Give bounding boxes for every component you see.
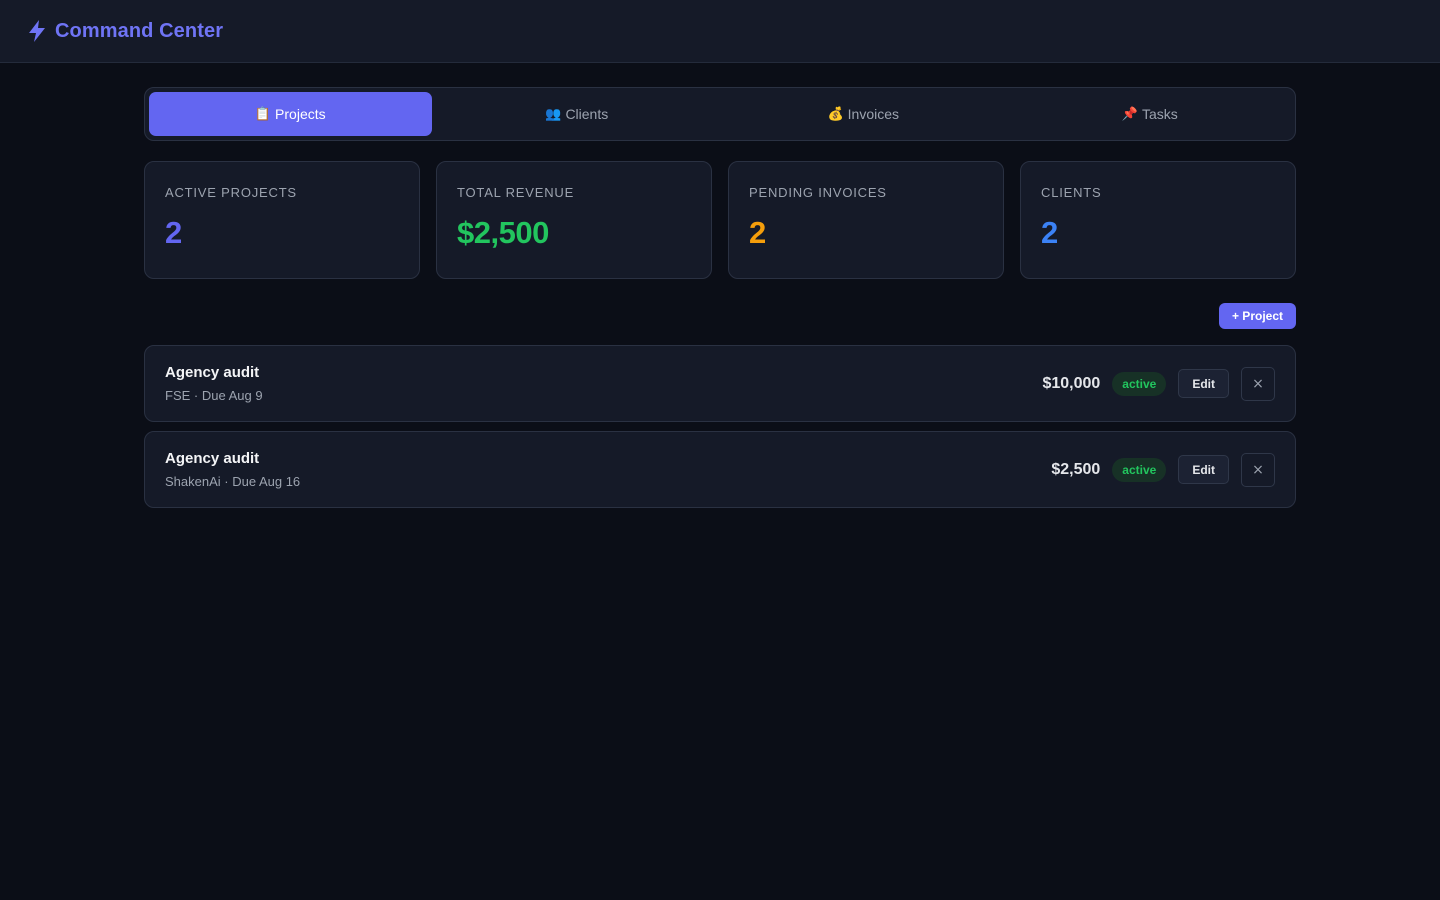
project-amount: $10,000 xyxy=(1042,374,1101,392)
stat-card-total-revenue: TOTAL REVENUE $2,500 xyxy=(436,161,712,279)
project-actions: $10,000 active Edit × xyxy=(1042,366,1275,401)
tab-clients[interactable]: 👥 Clients xyxy=(436,92,719,136)
stat-value: $2,500 xyxy=(457,215,549,250)
tab-invoices[interactable]: 💰 Invoices xyxy=(722,92,1005,136)
project-meta: FSE · Due Aug 9 xyxy=(165,388,263,403)
project-amount: $2,500 xyxy=(1051,460,1101,478)
top-bar: Command Center xyxy=(0,0,1440,63)
tab-label: Tasks xyxy=(1141,106,1178,122)
brand: Command Center xyxy=(25,19,223,43)
clipboard-icon: 📋 xyxy=(254,106,272,121)
project-actions: $2,500 active Edit × xyxy=(1051,452,1275,487)
delete-button[interactable]: × xyxy=(1241,452,1275,487)
stat-label: TOTAL REVENUE xyxy=(457,185,575,200)
delete-button[interactable]: × xyxy=(1241,366,1275,401)
project-info: Agency audit ShakenAi · Due Aug 16 xyxy=(165,450,300,489)
status-badge: active xyxy=(1112,371,1167,396)
stat-value: 2 xyxy=(1041,215,1058,250)
stat-label: PENDING INVOICES xyxy=(749,185,887,200)
project-row: Agency audit ShakenAi · Due Aug 16 $2,50… xyxy=(144,431,1296,508)
add-project-button[interactable]: + Project xyxy=(1218,303,1296,329)
project-list: Agency audit FSE · Due Aug 9 $10,000 act… xyxy=(144,345,1296,508)
status-badge: active xyxy=(1112,457,1167,482)
money-bag-icon: 💰 xyxy=(827,106,844,121)
project-title: Agency audit xyxy=(165,364,260,381)
edit-button[interactable]: Edit xyxy=(1178,455,1229,484)
tab-bar: 📋 Projects 👥 Clients 💰 Invoices 📌 Tasks xyxy=(144,87,1296,141)
list-toolbar: + Project xyxy=(144,303,1296,329)
stat-label: CLIENTS xyxy=(1041,185,1102,200)
project-info: Agency audit FSE · Due Aug 9 xyxy=(165,364,263,403)
stat-value: 2 xyxy=(165,215,182,250)
tab-label: Invoices xyxy=(847,106,900,122)
stat-card-active-projects: ACTIVE PROJECTS 2 xyxy=(144,161,420,279)
edit-button[interactable]: Edit xyxy=(1178,369,1229,398)
tab-label: Projects xyxy=(275,106,326,122)
stat-card-clients: CLIENTS 2 xyxy=(1020,161,1296,279)
project-title: Agency audit xyxy=(165,450,260,467)
app-title: Command Center xyxy=(55,19,224,42)
stat-label: ACTIVE PROJECTS xyxy=(165,185,297,200)
main-content: 📋 Projects 👥 Clients 💰 Invoices 📌 Tasks … xyxy=(144,63,1296,508)
stat-value: 2 xyxy=(749,215,766,250)
pushpin-icon: 📌 xyxy=(1121,106,1138,121)
tab-label: Clients xyxy=(565,106,609,122)
project-meta: ShakenAi · Due Aug 16 xyxy=(165,474,301,489)
tab-projects[interactable]: 📋 Projects xyxy=(149,92,432,136)
stats-row: ACTIVE PROJECTS 2 TOTAL REVENUE $2,500 P… xyxy=(144,161,1296,279)
lightning-bolt-icon xyxy=(25,19,49,43)
stat-card-pending-invoices: PENDING INVOICES 2 xyxy=(728,161,1004,279)
project-row: Agency audit FSE · Due Aug 9 $10,000 act… xyxy=(144,345,1296,422)
tab-tasks[interactable]: 📌 Tasks xyxy=(1009,92,1292,136)
people-icon: 👥 xyxy=(545,106,562,121)
